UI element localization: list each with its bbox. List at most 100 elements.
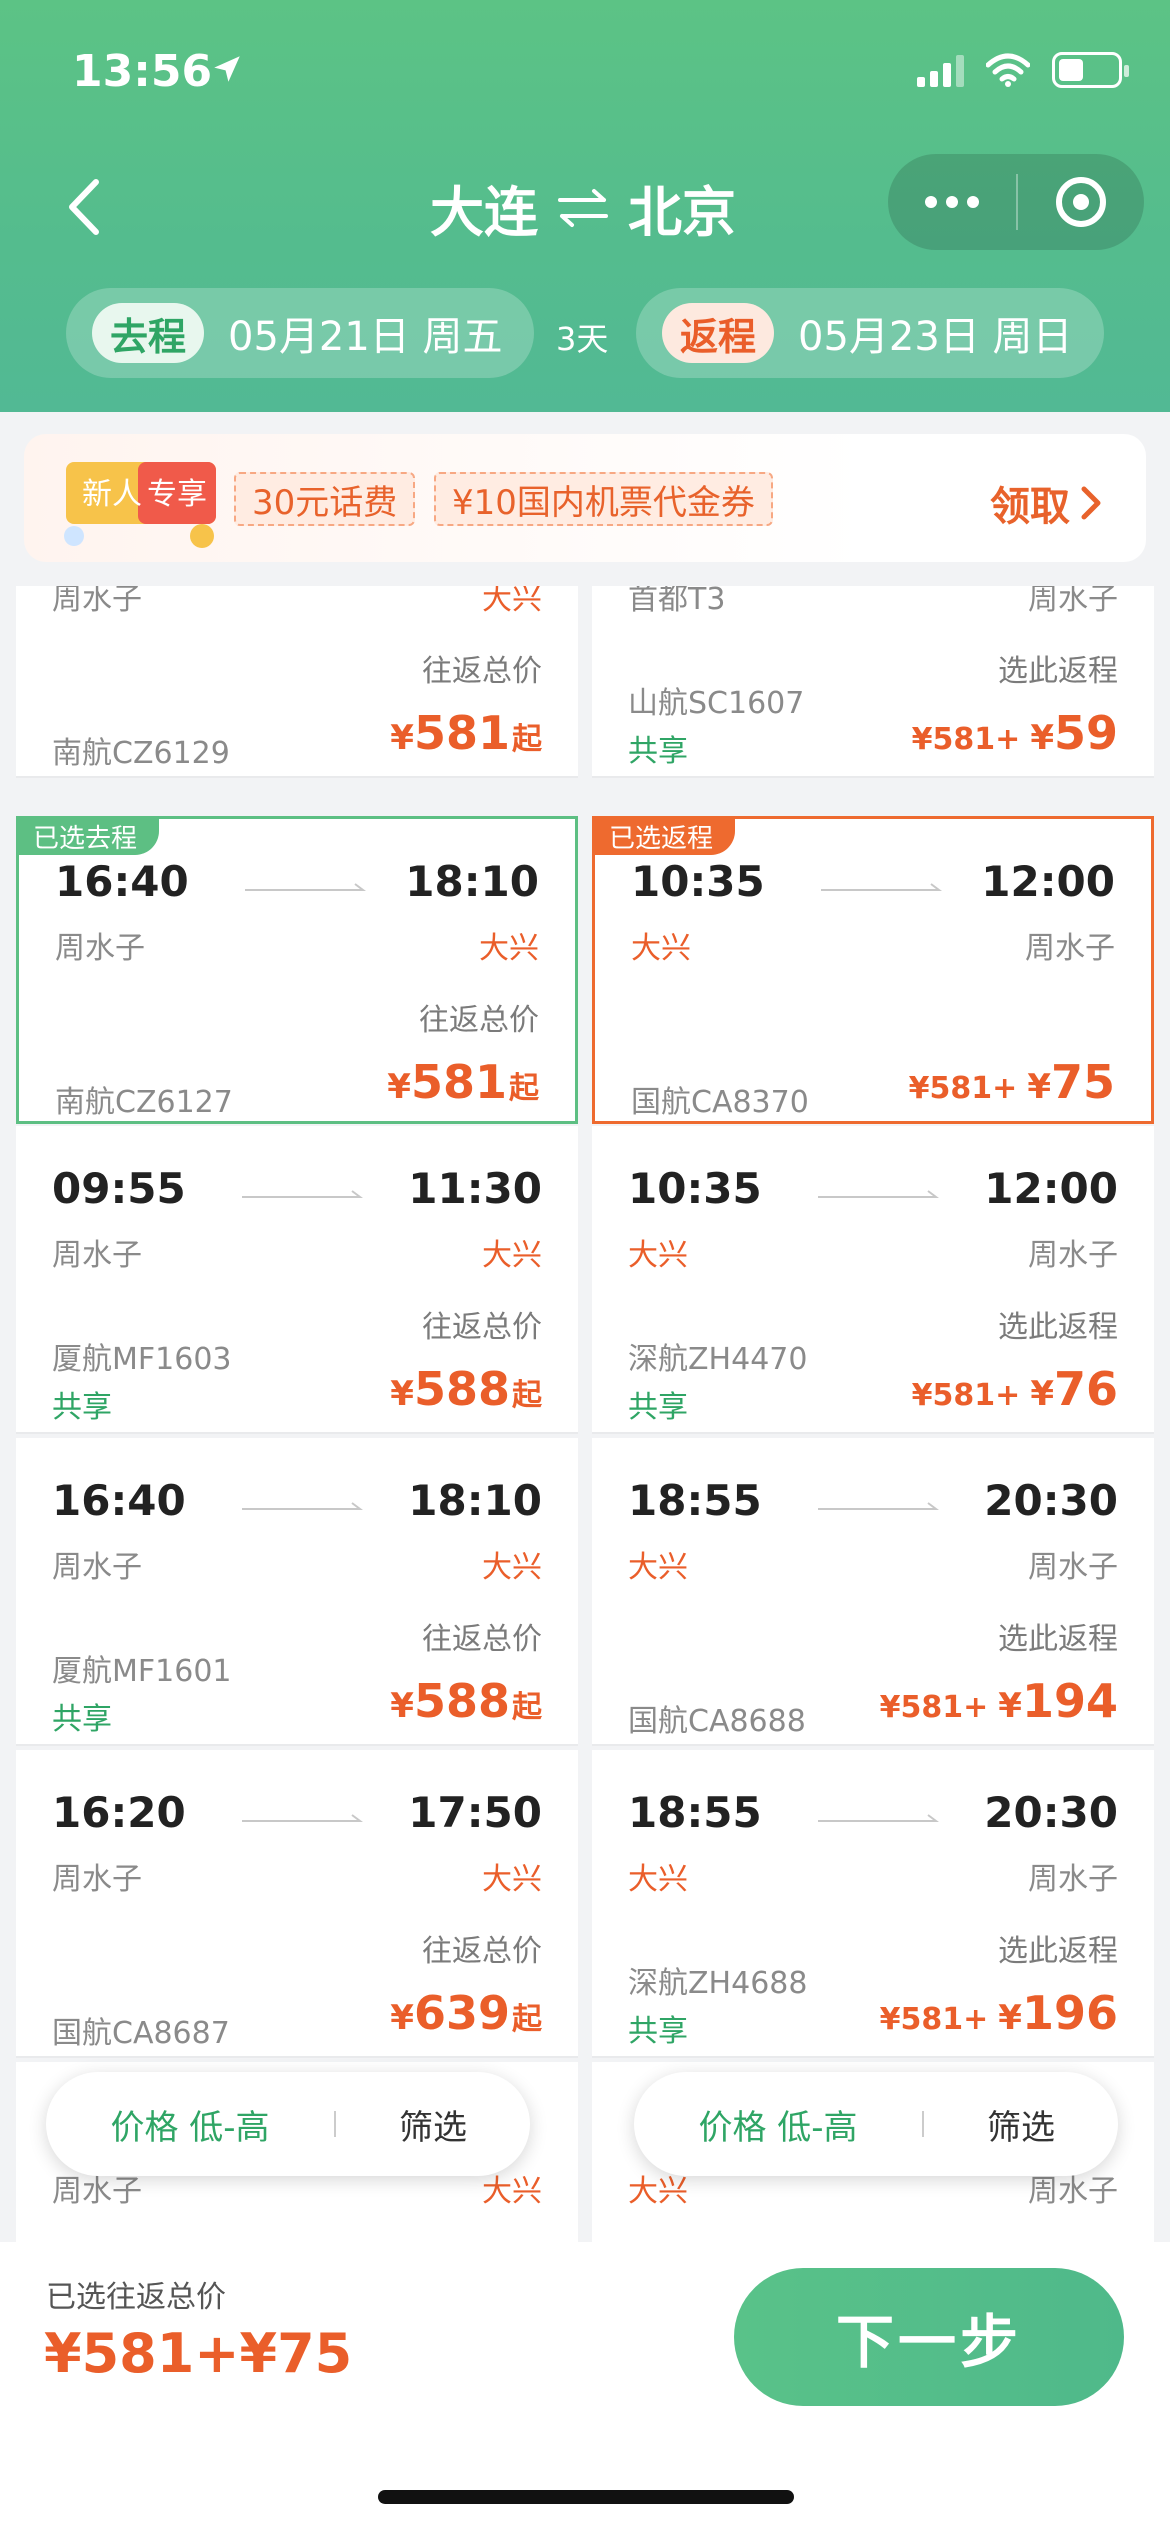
- dep-time: 09:55: [52, 1164, 186, 1213]
- flight-number: 深航ZH4688: [628, 1966, 808, 2001]
- close-target-icon[interactable]: [1018, 177, 1144, 227]
- flight-card-selected[interactable]: 已选返程 10:35 12:00 大兴 周水子 国航CA8370 ¥581+ ¥7…: [592, 816, 1154, 1124]
- flight-card[interactable]: 16:40 18:10 周水子 大兴 往返总价 厦航MF1601 共享 ¥588…: [16, 1438, 578, 1746]
- home-indicator: [378, 2490, 794, 2504]
- price-sort-button[interactable]: 价格 低-高: [634, 2100, 922, 2149]
- return-date-pill[interactable]: 返程 05月23日 周日: [636, 288, 1104, 378]
- price-label: 选此返程: [998, 1310, 1118, 1345]
- return-sort-bar: 价格 低-高 筛选: [634, 2072, 1118, 2176]
- total-price: ¥581+¥75: [44, 2322, 353, 2385]
- flight-arrow-icon: [245, 883, 366, 891]
- arr-airport: 大兴: [482, 1862, 542, 1897]
- bottom-summary-bar: 已选往返总价 ¥581+¥75 下一步: [0, 2242, 1170, 2532]
- dep-airport: 大兴: [631, 931, 691, 966]
- arr-airport: 大兴: [482, 1550, 542, 1585]
- selected-outbound-tag: 已选去程: [17, 817, 160, 855]
- price: ¥581 起: [390, 706, 542, 760]
- flight-card[interactable]: 09:55 11:30 周水子 大兴 往返总价 厦航MF1603 共享 ¥588…: [16, 1126, 578, 1434]
- mini-program-capsule: [888, 154, 1144, 250]
- flight-card[interactable]: 10:35 12:00 大兴 周水子 选此返程 深航ZH4470 共享 ¥581…: [592, 1126, 1154, 1434]
- next-step-button[interactable]: 下一步: [734, 2268, 1124, 2406]
- route-title: 大连 北京: [430, 168, 736, 247]
- price: ¥581+ ¥59: [911, 706, 1118, 760]
- arr-time: 18:10: [405, 857, 539, 906]
- flight-number: 厦航MF1601: [52, 1654, 232, 1689]
- outbound-flight-list[interactable]: 周水子 大兴 往返总价 南航CZ6129 ¥581 起 已选去程 16:40 18…: [16, 586, 578, 2242]
- selected-return-tag: 已选返程: [593, 817, 736, 855]
- dep-time: 16:40: [55, 857, 189, 906]
- price-sort-button[interactable]: 价格 低-高: [46, 2100, 334, 2149]
- arr-airport: 周水子: [1028, 586, 1118, 617]
- dep-airport: 首都T3: [628, 586, 726, 617]
- badge-text-a: 新人: [82, 477, 142, 512]
- coupon-flight-voucher: ¥10国内机票代金券: [434, 472, 773, 526]
- arr-airport: 周水子: [1028, 1862, 1118, 1897]
- battery-icon: [1052, 52, 1129, 88]
- dep-airport: 周水子: [55, 931, 145, 966]
- flight-number: 山航SC1607: [628, 686, 805, 721]
- status-indicators: [917, 52, 1129, 88]
- price: ¥588 起: [390, 1674, 542, 1728]
- outbound-date: 05月21日 周五: [228, 314, 503, 360]
- price-label: 选此返程: [998, 1934, 1118, 1969]
- price: ¥581+ ¥194: [879, 1674, 1118, 1728]
- codeshare-label: 共享: [628, 1390, 688, 1425]
- price: ¥581+ ¥76: [911, 1362, 1118, 1416]
- flight-number: 国航CA8370: [631, 1085, 809, 1120]
- dep-airport: 周水子: [52, 1550, 142, 1585]
- arr-airport: 大兴: [479, 931, 539, 966]
- back-chevron-icon[interactable]: [58, 172, 110, 242]
- flight-number: 深航ZH4470: [628, 1342, 808, 1377]
- price-label: 选此返程: [998, 1622, 1118, 1657]
- origin-city: 大连: [430, 181, 538, 244]
- promo-banner[interactable]: 新人 专享 30元话费 ¥10国内机票代金券 领取: [24, 434, 1146, 562]
- newcomer-gift-icon: 新人 专享: [64, 462, 216, 548]
- flight-number: 南航CZ6129: [52, 736, 230, 771]
- flight-arrow-icon: [818, 1814, 939, 1822]
- price: ¥581+ ¥196: [879, 1986, 1118, 2040]
- return-date: 05月23日 周日: [798, 314, 1073, 360]
- filter-button[interactable]: 筛选: [924, 2100, 1118, 2149]
- outbound-tag: 去程: [92, 303, 205, 363]
- flight-number: 国航CA8687: [52, 2016, 230, 2051]
- codeshare-label: 共享: [628, 734, 688, 769]
- dep-airport: 周水子: [52, 586, 142, 617]
- outbound-date-pill[interactable]: 去程 05月21日 周五: [66, 288, 534, 378]
- arr-time: 20:30: [984, 1788, 1118, 1837]
- flight-card[interactable]: 首都T3 周水子 选此返程 山航SC1607 共享 ¥581+ ¥59: [592, 586, 1154, 778]
- arr-airport: 周水子: [1028, 1238, 1118, 1273]
- flight-arrow-icon: [818, 1502, 939, 1510]
- price-label: 选此返程: [998, 654, 1118, 689]
- price-label: 往返总价: [422, 1934, 542, 1969]
- arr-airport: 周水子: [1025, 931, 1115, 966]
- dep-airport: 周水子: [52, 1862, 142, 1897]
- flight-number: 国航CA8688: [628, 1704, 806, 1739]
- arr-airport: 大兴: [482, 1238, 542, 1273]
- dep-time: 16:40: [52, 1476, 186, 1525]
- arr-time: 12:00: [981, 857, 1115, 906]
- flight-card-selected[interactable]: 已选去程 16:40 18:10 周水子 大兴 往返总价 南航CZ6127 ¥5…: [16, 816, 578, 1124]
- flight-card[interactable]: 16:20 17:50 周水子 大兴 往返总价 国航CA8687 ¥639 起: [16, 1750, 578, 2058]
- badge-text-b: 专享: [147, 477, 207, 512]
- flight-card[interactable]: 18:55 20:30 大兴 周水子 选此返程 深航ZH4688 共享 ¥581…: [592, 1750, 1154, 2058]
- dep-time: 18:55: [628, 1476, 762, 1525]
- flight-number: 厦航MF1603: [52, 1342, 232, 1377]
- dep-airport: 大兴: [628, 1238, 688, 1273]
- dep-airport: 大兴: [628, 1550, 688, 1585]
- codeshare-label: 共享: [52, 1702, 112, 1737]
- arr-airport: 大兴: [482, 586, 542, 617]
- codeshare-label: 共享: [52, 1390, 112, 1425]
- cellular-signal-icon: [917, 53, 964, 87]
- flight-card[interactable]: 周水子 大兴 往返总价 南航CZ6129 ¥581 起: [16, 586, 578, 778]
- price: ¥588 起: [390, 1362, 542, 1416]
- claim-button[interactable]: 领取: [990, 474, 1102, 532]
- flight-number: 南航CZ6127: [55, 1085, 233, 1120]
- price-label: 往返总价: [422, 1310, 542, 1345]
- more-dots-icon[interactable]: [888, 196, 1016, 208]
- price-label: 往返总价: [422, 654, 542, 689]
- swap-arrows-icon[interactable]: [556, 186, 610, 230]
- flight-card[interactable]: 18:55 20:30 大兴 周水子 选此返程 国航CA8688 ¥581+ ¥1…: [592, 1438, 1154, 1746]
- header: 13:56 大连 北京 去程 05月21日 周五 3天 返程 05月23日 周日: [0, 0, 1170, 412]
- return-flight-list[interactable]: 首都T3 周水子 选此返程 山航SC1607 共享 ¥581+ ¥59 已选返程 …: [592, 586, 1154, 2242]
- filter-button[interactable]: 筛选: [336, 2100, 530, 2149]
